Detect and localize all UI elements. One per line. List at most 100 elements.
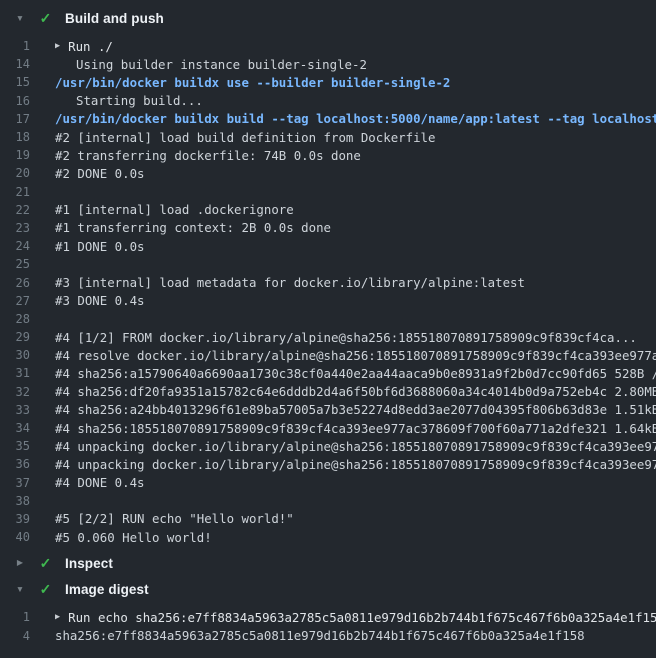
log-line: 22 #1 [internal] load .dockerignore [0,201,656,219]
line-number[interactable]: 21 [0,185,30,199]
log-text: #4 DONE 0.4s [55,475,145,490]
section-body-build-and-push: 1 ▶Run ./ 14 Using builder instance builde… [0,31,656,550]
chevron-down-icon[interactable]: ▼ [15,14,25,23]
log-line-content: #4 unpacking docker.io/library/alpine@sh… [55,457,656,472]
line-number[interactable]: 19 [0,148,30,162]
line-number[interactable]: 16 [0,94,30,108]
line-number[interactable]: 24 [0,239,30,253]
log-line-content: #2 transferring dockerfile: 74B 0.0s don… [55,148,656,163]
section-header-image-digest[interactable]: ▼ ✓ Image digest [0,576,656,602]
log-line: 16 Starting build... [0,92,656,110]
expand-log-group-icon[interactable]: ▶ [55,613,60,622]
chevron-down-icon[interactable]: ▼ [15,585,25,594]
log-line: 23#1 transferring context: 2B 0.0s done [0,219,656,237]
log-text: Run echo sha256:e7ff8834a5963a2785c5a081… [68,610,656,625]
line-number[interactable]: 18 [0,130,30,144]
log-line-content: #2 [internal] load build definition from… [55,130,656,145]
log-line: 34 #4 sha256:185518070891758909c9f839cf4c… [0,419,656,437]
log-section-inspect: ▶ ✓ Inspect [0,550,656,576]
section-title: Build and push [65,11,164,26]
line-number[interactable]: 40 [0,530,30,544]
section-title: Inspect [65,556,113,571]
log-line-content: Starting build... [55,93,656,108]
log-line: 39 #5 [2/2] RUN echo "Hello world!" [0,510,656,528]
line-number[interactable]: 27 [0,294,30,308]
log-line-content: #1 DONE 0.0s [55,239,656,254]
line-number[interactable]: 1 [0,610,30,624]
line-number[interactable]: 1 [0,39,30,53]
log-line: 24 #1 DONE 0.0s [0,237,656,255]
log-section-build-and-push: ▼ ✓ Build and push 1 ▶Run ./ 14 Using builder… [0,5,656,550]
line-number[interactable]: 20 [0,166,30,180]
line-number[interactable]: 31 [0,366,30,380]
log-text: #4 sha256:a24bb4013296f61e89ba57005a7b3e… [55,402,656,417]
log-text: #4 unpacking docker.io/library/alpine@sh… [55,457,656,472]
log-text: Using builder instance builder-single-2 [76,57,367,72]
line-number[interactable]: 38 [0,494,30,508]
pushpin-icon [55,57,69,71]
log-line: 40 #5 0.060 Hello world! [0,528,656,546]
line-number[interactable]: 17 [0,112,30,126]
success-check-icon: ✓ [38,11,53,25]
line-number[interactable]: 14 [0,57,30,71]
line-number[interactable]: 32 [0,385,30,399]
line-number[interactable]: 28 [0,312,30,326]
log-line: 25 [0,255,656,273]
log-line: 4 sha256:e7ff8834a5963a2785c5a0811e979d16… [0,626,656,644]
log-text: sha256:e7ff8834a5963a2785c5a0811e979d16b… [55,628,585,643]
workflow-log-viewer: ▼✓Build and push1▶Run ./14 Using builder… [0,0,656,649]
section-title: Image digest [65,582,149,597]
log-line-content: #4 [1/2] FROM docker.io/library/alpine@s… [55,330,656,345]
line-number[interactable]: 26 [0,276,30,290]
log-line-content: ▶Run ./ [55,39,656,54]
log-line: 15/usr/bin/docker buildx use --builder b… [0,73,656,91]
log-text: Starting build... [76,93,203,108]
line-number[interactable]: 25 [0,257,30,271]
line-number[interactable]: 33 [0,403,30,417]
expand-log-group-icon[interactable]: ▶ [55,42,60,51]
log-text: #3 DONE 0.4s [55,293,145,308]
success-check-icon: ✓ [38,556,53,570]
line-number[interactable]: 15 [0,75,30,89]
line-number[interactable]: 29 [0,330,30,344]
log-line-content: Using builder instance builder-single-2 [55,57,656,72]
log-line-content: #4 DONE 0.4s [55,475,656,490]
section-body-image-digest: 1 ▶ Run echo sha256:e7ff8834a5963a2785c5a0… [0,602,656,648]
log-text: #4 sha256:185518070891758909c9f839cf4ca3… [55,421,656,436]
log-text: #5 0.060 Hello world! [55,530,212,545]
log-line-content: #4 sha256:185518070891758909c9f839cf4ca3… [55,421,656,436]
line-number[interactable]: 34 [0,421,30,435]
log-line-content: #5 [2/2] RUN echo "Hello world!" [55,511,656,526]
line-number[interactable]: 37 [0,476,30,490]
log-line-content: #4 sha256:a15790640a6690aa1730c38cf0a440… [55,366,656,381]
log-text: #3 [internal] load metadata for docker.i… [55,275,525,290]
line-number[interactable]: 39 [0,512,30,526]
success-check-icon: ✓ [38,582,53,596]
log-line: 20#2 DONE 0.0s [0,164,656,182]
section-header-build-and-push[interactable]: ▼ ✓ Build and push [0,5,656,31]
log-text: #4 sha256:df20fa9351a15782c64e6dddb2d4a6… [55,384,656,399]
log-line-content: /usr/bin/docker buildx build --tag local… [55,111,656,126]
log-text: /usr/bin/docker buildx use --builder bui… [55,75,450,90]
log-text: #4 [1/2] FROM docker.io/library/alpine@s… [55,330,637,345]
line-number[interactable]: 36 [0,457,30,471]
chevron-right-icon[interactable]: ▶ [15,559,25,567]
log-line-content: #3 DONE 0.4s [55,293,656,308]
line-number[interactable]: 35 [0,439,30,453]
line-number[interactable]: 30 [0,348,30,362]
log-text: #1 [internal] load .dockerignore [55,202,294,217]
log-line: 27 #3 DONE 0.4s [0,292,656,310]
log-line: 29 #4 [1/2] FROM docker.io/library/alpine… [0,328,656,346]
section-header-inspect[interactable]: ▶ ✓ Inspect [0,550,656,576]
log-text: #5 [2/2] RUN echo "Hello world!" [55,511,294,526]
log-line: 21 [0,183,656,201]
log-line: 30 #4 resolve docker.io/library/alpine@sh… [0,346,656,364]
log-line-content: #4 resolve docker.io/library/alpine@sha2… [55,348,656,363]
log-line-content: /usr/bin/docker buildx use --builder bui… [55,75,656,90]
line-number[interactable]: 22 [0,203,30,217]
log-line-content: #4 unpacking docker.io/library/alpine@sh… [55,439,656,454]
log-line-content: ▶ Run echo sha256:e7ff8834a5963a2785c5a08… [55,610,656,625]
log-line: 18 #2 [internal] load build definition fr… [0,128,656,146]
line-number[interactable]: 4 [0,629,30,643]
line-number[interactable]: 23 [0,221,30,235]
